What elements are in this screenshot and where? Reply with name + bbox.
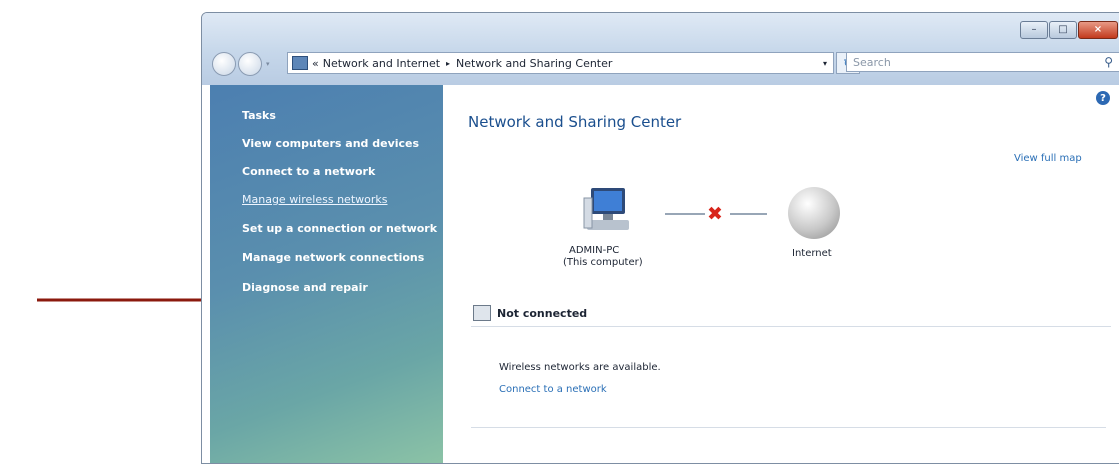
title-bar: – □ × ▾ « Network and Internet ▸ Network… bbox=[202, 13, 1119, 85]
close-button[interactable]: × bbox=[1078, 21, 1118, 39]
main-panel: ? Network and Sharing Center View full m… bbox=[443, 85, 1119, 463]
connect-to-network-link[interactable]: Connect to a network bbox=[499, 384, 607, 395]
sidebar-item-manage-wireless[interactable]: Manage wireless networks bbox=[242, 193, 387, 206]
page-title: Network and Sharing Center bbox=[468, 113, 682, 131]
tasks-heading: Tasks bbox=[242, 109, 276, 122]
close-icon: × bbox=[1093, 24, 1103, 35]
window-controls: – □ × bbox=[1019, 21, 1118, 39]
status-text: Not connected bbox=[497, 306, 588, 320]
connector-line bbox=[730, 213, 767, 215]
minimize-button[interactable]: – bbox=[1020, 21, 1048, 39]
help-icon[interactable]: ? bbox=[1096, 91, 1110, 105]
sidebar-item-diagnose[interactable]: Diagnose and repair bbox=[242, 281, 368, 294]
globe-icon[interactable] bbox=[788, 187, 840, 239]
disconnected-x-icon[interactable]: ✖ bbox=[707, 203, 723, 225]
sidebar-item-manage-connections[interactable]: Manage network connections bbox=[242, 251, 424, 264]
address-bar[interactable]: « Network and Internet ▸ Network and Sha… bbox=[287, 52, 834, 74]
control-panel-icon bbox=[292, 56, 308, 70]
computer-icon[interactable] bbox=[583, 186, 633, 234]
sidebar-item-connect[interactable]: Connect to a network bbox=[242, 165, 375, 178]
sidebar-item-setup-connection[interactable]: Set up a connection or network bbox=[242, 222, 437, 235]
search-input[interactable]: Search ⚲ bbox=[846, 52, 1119, 72]
search-icon[interactable]: ⚲ bbox=[1104, 55, 1113, 69]
minimize-icon: – bbox=[1031, 24, 1037, 35]
breadcrumb-separator[interactable]: ▸ bbox=[446, 59, 450, 68]
breadcrumb-network-and-sharing-center[interactable]: Network and Sharing Center bbox=[456, 57, 612, 70]
network-status-icon bbox=[473, 305, 491, 321]
sidebar-item-view-computers[interactable]: View computers and devices bbox=[242, 137, 419, 150]
nav-buttons: ▾ bbox=[212, 52, 270, 76]
address-chevron[interactable]: « bbox=[312, 57, 319, 70]
divider bbox=[471, 427, 1106, 428]
recent-pages-dropdown[interactable]: ▾ bbox=[266, 60, 270, 68]
window: – □ × ▾ « Network and Internet ▸ Network… bbox=[201, 12, 1119, 464]
divider bbox=[471, 326, 1111, 327]
address-dropdown[interactable]: ▾ bbox=[823, 59, 827, 68]
breadcrumb-network-and-internet[interactable]: Network and Internet bbox=[323, 57, 440, 70]
back-icon[interactable] bbox=[212, 52, 236, 76]
connector-line bbox=[665, 213, 705, 215]
internet-label: Internet bbox=[792, 248, 832, 259]
search-placeholder: Search bbox=[853, 55, 891, 69]
wireless-info: Wireless networks are available. bbox=[499, 362, 661, 373]
computer-caption: (This computer) bbox=[563, 257, 643, 268]
forward-icon[interactable] bbox=[238, 52, 262, 76]
network-status: Not connected bbox=[473, 305, 587, 321]
maximize-icon: □ bbox=[1058, 24, 1068, 35]
computer-name: ADMIN-PC bbox=[569, 245, 620, 256]
tasks-sidebar: Tasks View computers and devices Connect… bbox=[210, 85, 443, 463]
maximize-button[interactable]: □ bbox=[1049, 21, 1077, 39]
view-full-map-link[interactable]: View full map bbox=[1014, 153, 1082, 164]
